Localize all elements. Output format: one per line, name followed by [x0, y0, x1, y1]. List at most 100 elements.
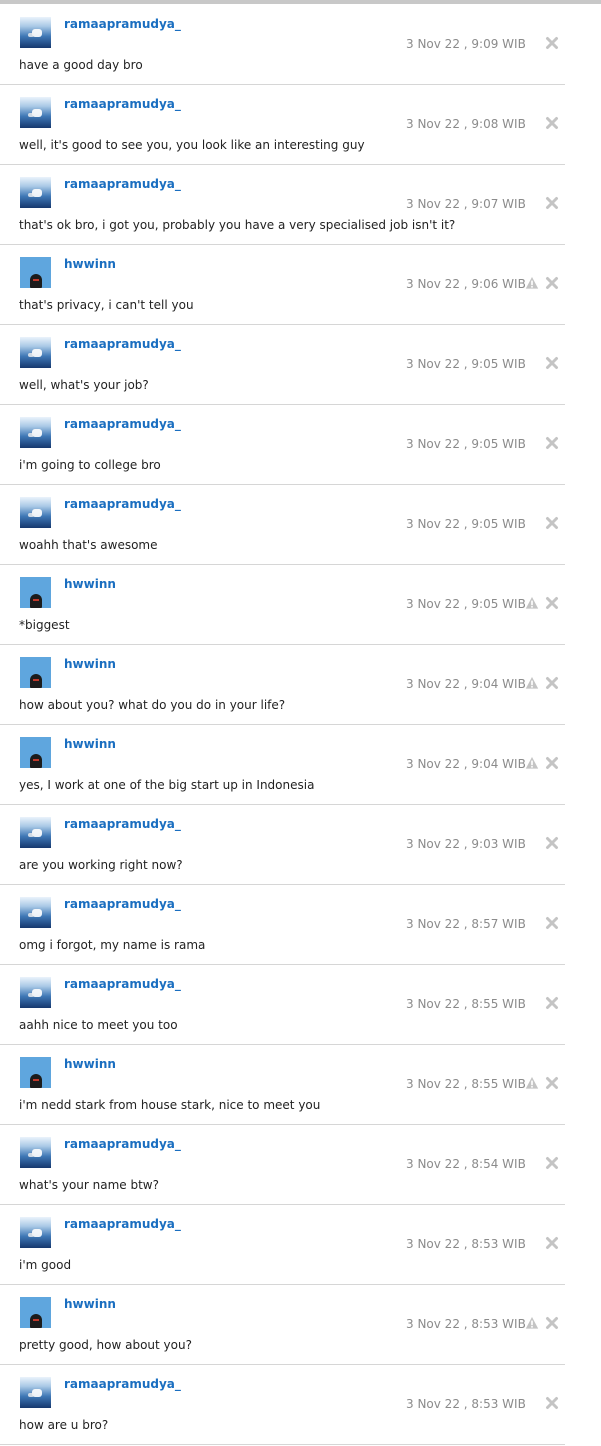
delete-message-icon[interactable] — [545, 35, 559, 49]
message-text: well, what's your job? — [19, 378, 149, 392]
blue-sky-avatar[interactable] — [20, 177, 51, 208]
message-item: ramaapramudya_ 3 Nov 22 , 9:03 WIB are y… — [0, 805, 565, 885]
delete-message-icon[interactable] — [545, 595, 559, 609]
report-warning-icon[interactable] — [525, 675, 539, 689]
message-text: pretty good, how about you? — [19, 1338, 192, 1352]
message-username[interactable]: ramaapramudya_ — [64, 897, 181, 911]
delete-message-icon[interactable] — [545, 1315, 559, 1329]
delete-message-icon[interactable] — [545, 995, 559, 1009]
message-timestamp: 3 Nov 22 , 9:03 WIB — [406, 837, 526, 851]
message-timestamp: 3 Nov 22 , 9:07 WIB — [406, 197, 526, 211]
message-timestamp: 3 Nov 22 , 9:04 WIB — [406, 757, 526, 771]
message-username[interactable]: ramaapramudya_ — [64, 817, 181, 831]
delete-message-icon[interactable] — [545, 1395, 559, 1409]
message-text: omg i forgot, my name is rama — [19, 938, 206, 952]
teal-person-avatar[interactable] — [20, 1057, 51, 1088]
blue-sky-avatar[interactable] — [20, 1217, 51, 1248]
message-item: hwwinn 3 Nov 22 , 8:53 WIB pretty good, … — [0, 1285, 565, 1365]
message-item: ramaapramudya_ 3 Nov 22 , 8:54 WIB what'… — [0, 1125, 565, 1205]
message-username[interactable]: ramaapramudya_ — [64, 17, 181, 31]
message-username[interactable]: hwwinn — [64, 657, 116, 671]
message-item: ramaapramudya_ 3 Nov 22 , 9:05 WIB woahh… — [0, 485, 565, 565]
message-timestamp: 3 Nov 22 , 8:53 WIB — [406, 1317, 526, 1331]
message-text: *biggest — [19, 618, 70, 632]
report-warning-icon[interactable] — [525, 755, 539, 769]
blue-sky-avatar[interactable] — [20, 17, 51, 48]
blue-sky-avatar[interactable] — [20, 897, 51, 928]
message-username[interactable]: ramaapramudya_ — [64, 337, 181, 351]
blue-sky-avatar[interactable] — [20, 497, 51, 528]
message-timestamp: 3 Nov 22 , 9:06 WIB — [406, 277, 526, 291]
message-timestamp: 3 Nov 22 , 8:57 WIB — [406, 917, 526, 931]
message-item: ramaapramudya_ 3 Nov 22 , 8:55 WIB aahh … — [0, 965, 565, 1045]
message-text: how about you? what do you do in your li… — [19, 698, 286, 712]
message-item: ramaapramudya_ 3 Nov 22 , 9:07 WIB that'… — [0, 165, 565, 245]
blue-sky-avatar[interactable] — [20, 337, 51, 368]
blue-sky-avatar[interactable] — [20, 97, 51, 128]
message-username[interactable]: ramaapramudya_ — [64, 1217, 181, 1231]
message-item: ramaapramudya_ 3 Nov 22 , 8:53 WIB i'm g… — [0, 1205, 565, 1285]
message-timestamp: 3 Nov 22 , 9:04 WIB — [406, 677, 526, 691]
message-item: ramaapramudya_ 3 Nov 22 , 9:08 WIB well,… — [0, 85, 565, 165]
report-warning-icon[interactable] — [525, 1315, 539, 1329]
message-username[interactable]: ramaapramudya_ — [64, 497, 181, 511]
message-text: woahh that's awesome — [19, 538, 158, 552]
message-username[interactable]: hwwinn — [64, 577, 116, 591]
message-timestamp: 3 Nov 22 , 9:05 WIB — [406, 357, 526, 371]
message-text: yes, I work at one of the big start up i… — [19, 778, 315, 792]
blue-sky-avatar[interactable] — [20, 977, 51, 1008]
teal-person-avatar[interactable] — [20, 577, 51, 608]
delete-message-icon[interactable] — [545, 1075, 559, 1089]
message-username[interactable]: ramaapramudya_ — [64, 1377, 181, 1391]
message-username[interactable]: ramaapramudya_ — [64, 977, 181, 991]
message-timestamp: 3 Nov 22 , 8:53 WIB — [406, 1237, 526, 1251]
message-text: well, it's good to see you, you look lik… — [19, 138, 365, 152]
message-item: ramaapramudya_ 3 Nov 22 , 8:57 WIB omg i… — [0, 885, 565, 965]
message-text: what's your name btw? — [19, 1178, 159, 1192]
teal-person-avatar[interactable] — [20, 657, 51, 688]
blue-sky-avatar[interactable] — [20, 817, 51, 848]
delete-message-icon[interactable] — [545, 915, 559, 929]
teal-person-avatar[interactable] — [20, 257, 51, 288]
message-username[interactable]: hwwinn — [64, 257, 116, 271]
blue-sky-avatar[interactable] — [20, 1137, 51, 1168]
delete-message-icon[interactable] — [545, 1235, 559, 1249]
report-warning-icon[interactable] — [525, 275, 539, 289]
message-text: that's privacy, i can't tell you — [19, 298, 194, 312]
delete-message-icon[interactable] — [545, 115, 559, 129]
message-username[interactable]: ramaapramudya_ — [64, 417, 181, 431]
message-item: ramaapramudya_ 3 Nov 22 , 8:53 WIB how a… — [0, 1365, 565, 1445]
delete-message-icon[interactable] — [545, 1155, 559, 1169]
message-username[interactable]: ramaapramudya_ — [64, 177, 181, 191]
message-item: ramaapramudya_ 3 Nov 22 , 9:05 WIB well,… — [0, 325, 565, 405]
message-timestamp: 3 Nov 22 , 8:54 WIB — [406, 1157, 526, 1171]
message-list: ramaapramudya_ 3 Nov 22 , 9:09 WIB have … — [0, 5, 601, 1445]
message-item: hwwinn 3 Nov 22 , 9:05 WIB *biggest — [0, 565, 565, 645]
delete-message-icon[interactable] — [545, 755, 559, 769]
delete-message-icon[interactable] — [545, 195, 559, 209]
report-warning-icon[interactable] — [525, 595, 539, 609]
message-username[interactable]: hwwinn — [64, 1057, 116, 1071]
delete-message-icon[interactable] — [545, 675, 559, 689]
teal-person-avatar[interactable] — [20, 737, 51, 768]
top-border — [0, 0, 601, 4]
message-username[interactable]: ramaapramudya_ — [64, 1137, 181, 1151]
message-timestamp: 3 Nov 22 , 8:53 WIB — [406, 1397, 526, 1411]
blue-sky-avatar[interactable] — [20, 417, 51, 448]
message-timestamp: 3 Nov 22 , 8:55 WIB — [406, 1077, 526, 1091]
blue-sky-avatar[interactable] — [20, 1377, 51, 1408]
delete-message-icon[interactable] — [545, 515, 559, 529]
message-timestamp: 3 Nov 22 , 9:05 WIB — [406, 517, 526, 531]
message-text: how are u bro? — [19, 1418, 109, 1432]
report-warning-icon[interactable] — [525, 1075, 539, 1089]
delete-message-icon[interactable] — [545, 435, 559, 449]
message-timestamp: 3 Nov 22 , 9:09 WIB — [406, 37, 526, 51]
teal-person-avatar[interactable] — [20, 1297, 51, 1328]
message-username[interactable]: hwwinn — [64, 1297, 116, 1311]
delete-message-icon[interactable] — [545, 835, 559, 849]
message-username[interactable]: ramaapramudya_ — [64, 97, 181, 111]
delete-message-icon[interactable] — [545, 355, 559, 369]
message-text: i'm good — [19, 1258, 72, 1272]
delete-message-icon[interactable] — [545, 275, 559, 289]
message-username[interactable]: hwwinn — [64, 737, 116, 751]
